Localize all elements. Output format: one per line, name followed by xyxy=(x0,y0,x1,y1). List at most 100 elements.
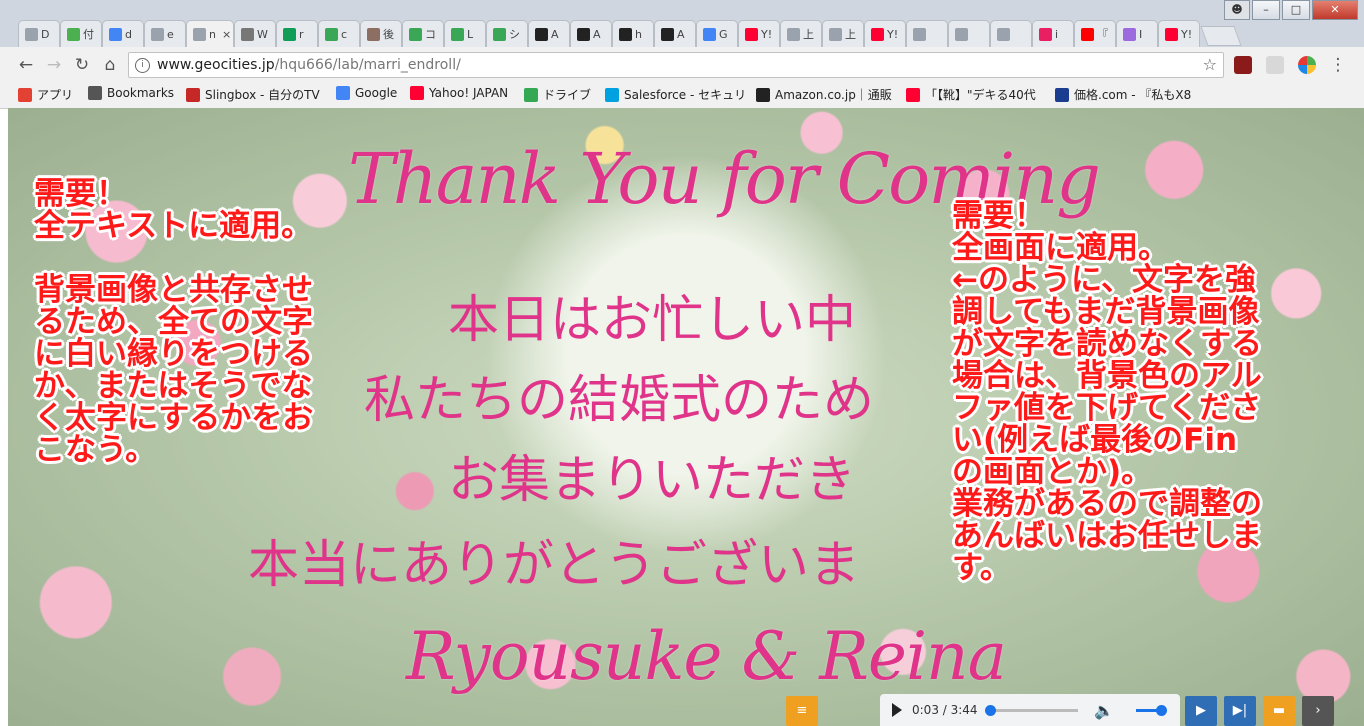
browser-tab[interactable]: 上 xyxy=(780,20,822,47)
new-tab-button[interactable] xyxy=(1200,26,1242,46)
tab-favicon-icon xyxy=(703,27,716,41)
browser-tab[interactable]: A xyxy=(528,20,570,47)
more-icon: › xyxy=(1315,703,1321,718)
google-icon xyxy=(336,86,350,100)
annotation-line: 需要！ xyxy=(952,198,1045,234)
bookmark-item[interactable]: Google xyxy=(336,86,397,100)
seek-bar[interactable] xyxy=(988,709,1078,712)
seek-knob[interactable] xyxy=(985,705,997,716)
tab-label: r xyxy=(299,27,304,41)
tab-favicon-icon xyxy=(745,27,758,41)
window-controls: ☻ – □ ✕ xyxy=(1224,0,1358,20)
browser-tab[interactable]: n × xyxy=(186,20,234,47)
browser-tab[interactable]: 上 xyxy=(822,20,864,47)
back-icon[interactable]: ← xyxy=(14,53,38,77)
tab-favicon-icon xyxy=(871,27,884,41)
info-icon[interactable]: i xyxy=(135,58,150,73)
browser-tab[interactable] xyxy=(906,20,948,47)
close-window-button[interactable]: ✕ xyxy=(1312,0,1358,20)
bookmark-star-icon[interactable]: ☆ xyxy=(1203,53,1217,77)
browser-tab[interactable]: 後 xyxy=(360,20,402,47)
bookmark-item[interactable]: ドライブ xyxy=(524,86,591,103)
minimize-button[interactable]: – xyxy=(1252,0,1280,20)
tab-favicon-icon xyxy=(109,27,122,41)
url-host: www.geocities.jp xyxy=(157,57,275,73)
tab-label: 上 xyxy=(803,28,814,41)
play-button[interactable]: ▶ xyxy=(1185,696,1217,726)
home-icon[interactable]: ⌂ xyxy=(98,53,122,77)
browser-tab[interactable]: W xyxy=(234,20,276,47)
browser-tab[interactable]: Y! xyxy=(738,20,780,47)
volume-knob[interactable] xyxy=(1156,705,1167,716)
tab-favicon-icon xyxy=(409,27,422,41)
browser-tab[interactable]: シ xyxy=(486,20,528,47)
chrome-extension-icon[interactable] xyxy=(1298,56,1316,74)
browser-tab[interactable]: i xyxy=(1032,20,1074,47)
annotation-line: 背景画像と共存させ xyxy=(34,272,313,308)
browser-tab[interactable]: e xyxy=(144,20,186,47)
annotation-line: 業務があるので調整の xyxy=(952,486,1262,522)
tab-favicon-icon xyxy=(955,27,968,41)
next-button[interactable]: ▶| xyxy=(1224,696,1256,726)
bookmark-label: アプリ xyxy=(37,88,74,102)
annotation-line: こなう。 xyxy=(34,432,157,468)
browser-tab[interactable]: コ xyxy=(402,20,444,47)
browser-tab[interactable]: 付 xyxy=(60,20,102,47)
forward-icon[interactable]: → xyxy=(42,53,66,77)
tab-label: h xyxy=(635,27,642,41)
address-bar[interactable]: i www.geocities.jp/hqu666/lab/marri_endr… xyxy=(128,52,1224,78)
annotation-line: に白い縁りをつける xyxy=(34,336,313,372)
pdf-extension-icon[interactable] xyxy=(1234,56,1252,74)
bookmark-item[interactable]: Amazon.co.jp｜通販 xyxy=(756,86,892,103)
browser-tab[interactable]: Y! xyxy=(864,20,906,47)
tab-favicon-icon xyxy=(193,27,206,41)
bookmark-item[interactable]: アプリ xyxy=(18,86,73,103)
tab-close-icon[interactable]: × xyxy=(222,28,231,41)
browser-tab[interactable] xyxy=(990,20,1032,47)
tab-label: A xyxy=(593,27,601,41)
tab-favicon-icon xyxy=(367,27,380,41)
browser-tab[interactable]: A xyxy=(570,20,612,47)
bookmark-item[interactable]: Yahoo! JAPAN xyxy=(410,86,508,100)
annotation-right: 需要！ 全画面に適用。 ←のように、文字を強 調してもまだ背景画像 が文字を読めなくする… xyxy=(952,200,1352,584)
extension-icon[interactable] xyxy=(1266,56,1284,74)
list-button[interactable]: ≡ xyxy=(786,696,818,726)
browser-tab[interactable]: 『 xyxy=(1074,20,1116,47)
bookmark-item[interactable]: 「【靴】"デキる40代 xyxy=(906,86,1036,103)
browser-chrome: D 付 d e n × Wr c 後コ L シ A Ah A G Y! 上上 Y! i 『I Y! ☻ – □ ✕ ← … xyxy=(0,0,1364,109)
reload-icon[interactable]: ↻ xyxy=(70,53,94,77)
browser-tab[interactable]: I xyxy=(1116,20,1158,47)
browser-tab[interactable] xyxy=(948,20,990,47)
more-button[interactable]: › xyxy=(1302,696,1334,726)
yahoo-icon xyxy=(410,86,424,100)
tab-label: i xyxy=(1055,27,1059,41)
bookmark-label: 「【靴】"デキる40代 xyxy=(925,88,1036,102)
bookmark-item[interactable]: Bookmarks xyxy=(88,86,174,100)
browser-tab[interactable]: Y! xyxy=(1158,20,1200,47)
browser-tab[interactable]: c xyxy=(318,20,360,47)
volume-icon[interactable]: 🔈 xyxy=(1094,701,1114,720)
annotation-line: 調してもまだ背景画像 xyxy=(952,294,1260,330)
browser-tab[interactable]: G xyxy=(696,20,738,47)
browser-tab[interactable]: L xyxy=(444,20,486,47)
browser-tab[interactable]: d xyxy=(102,20,144,47)
comment-button[interactable]: ▬ xyxy=(1263,696,1295,726)
annotation-line: 全画面に適用。 xyxy=(952,230,1169,266)
annotation-line xyxy=(34,242,394,274)
tab-label: d xyxy=(125,27,132,41)
annotation-line: の画面とか)。 xyxy=(952,454,1153,490)
menu-icon[interactable]: ⋮ xyxy=(1326,53,1350,77)
user-icon[interactable]: ☻ xyxy=(1224,0,1250,20)
apps-icon xyxy=(18,87,32,102)
page-background: Thank You for Coming 本日はお忙しい中 私たちの結婚式のため… xyxy=(8,108,1364,726)
browser-tab[interactable]: A xyxy=(654,20,696,47)
maximize-button[interactable]: □ xyxy=(1282,0,1310,20)
bookmark-item[interactable]: Slingbox - 自分のTV xyxy=(186,86,320,103)
tab-label: G xyxy=(719,27,728,41)
bookmark-item[interactable]: Salesforce - セキュリ xyxy=(605,86,746,103)
play-icon[interactable] xyxy=(892,703,902,717)
bookmark-item[interactable]: 価格.com - 『私もX8 xyxy=(1055,86,1191,103)
browser-tab[interactable]: D xyxy=(18,20,60,47)
browser-tab[interactable]: h xyxy=(612,20,654,47)
browser-tab[interactable]: r xyxy=(276,20,318,47)
